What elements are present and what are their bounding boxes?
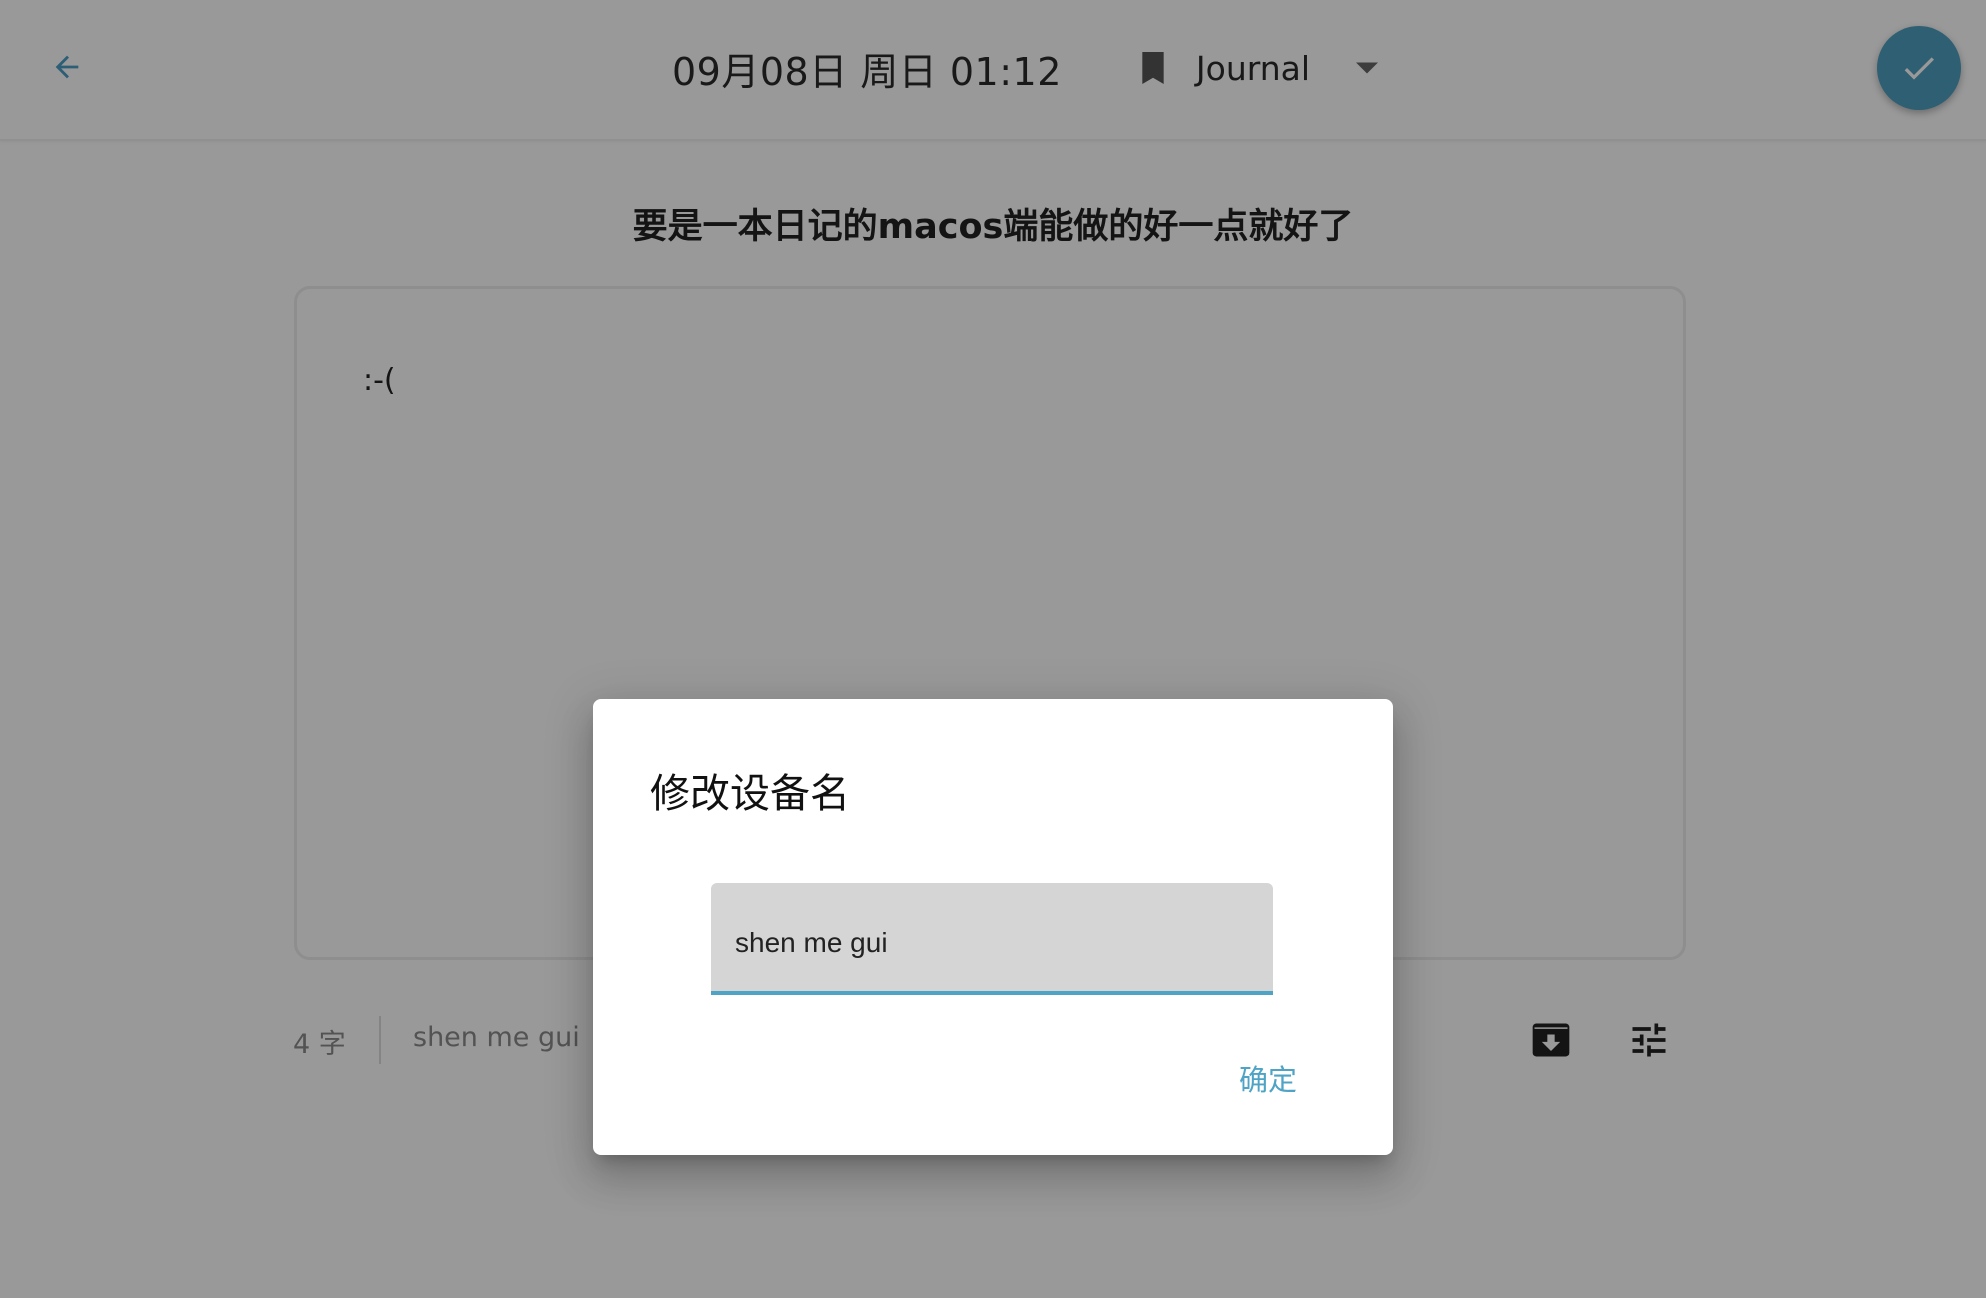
device-name-field[interactable] (711, 883, 1273, 995)
rename-device-dialog: 修改设备名 确定 (593, 699, 1393, 1155)
dialog-title: 修改设备名 (650, 771, 850, 817)
confirm-button[interactable]: 确定 (1229, 1051, 1307, 1105)
device-name-input[interactable] (711, 883, 1273, 991)
